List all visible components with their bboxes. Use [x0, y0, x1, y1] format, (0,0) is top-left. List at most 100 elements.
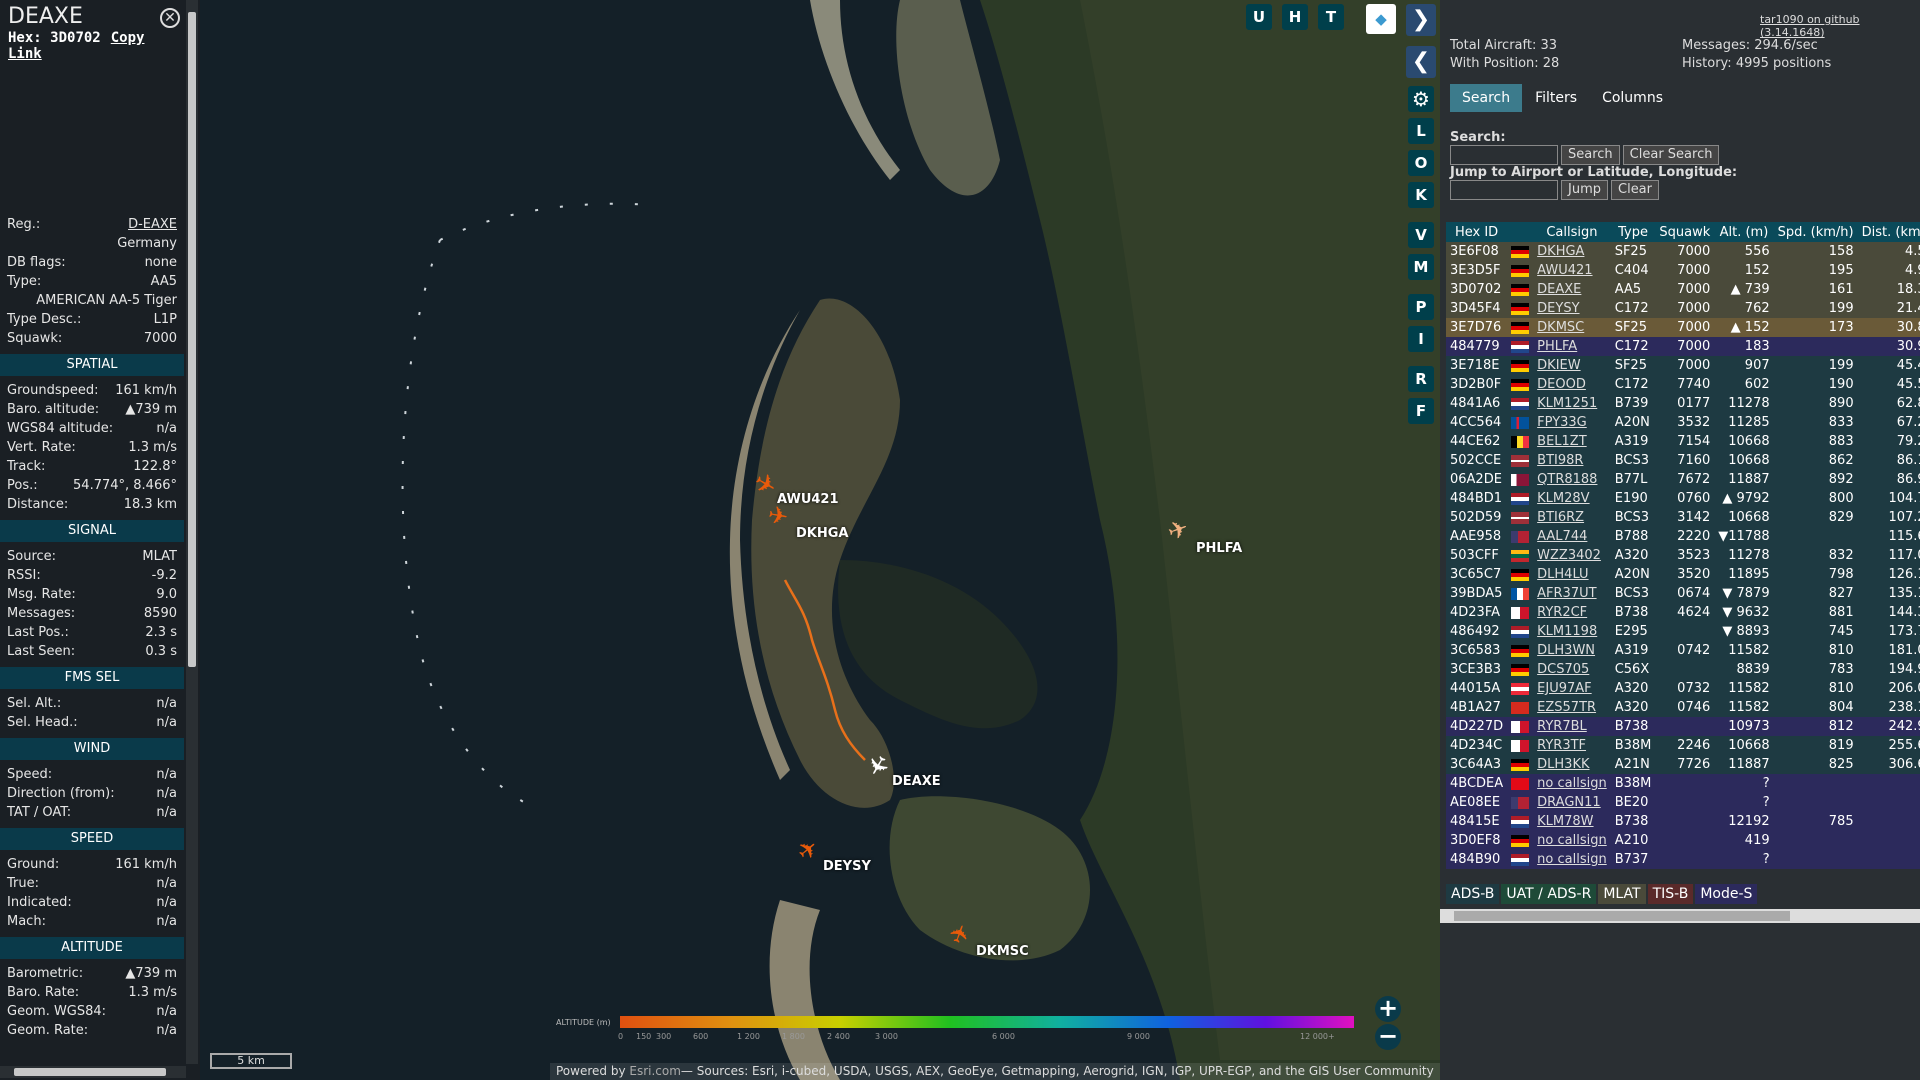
- table-row[interactable]: 3D0EF8no callsignA210419-22.5: [1446, 831, 1920, 850]
- table-row[interactable]: 3E7D76DKMSCSF257000▲ 15217330.8-16.5: [1446, 318, 1920, 337]
- callsign-link[interactable]: BTI6RZ: [1537, 510, 1584, 525]
- button-h[interactable]: H: [1282, 4, 1308, 30]
- table-row[interactable]: 484779PHLFAC172700018330.9-22.9: [1446, 337, 1920, 356]
- callsign-link[interactable]: FPY33G: [1537, 415, 1587, 430]
- callsign-link[interactable]: DEYSY: [1537, 301, 1579, 316]
- callsign-link[interactable]: DKIEW: [1537, 358, 1580, 373]
- jump-button[interactable]: Jump: [1561, 180, 1608, 200]
- table-row[interactable]: AE08EEDRAGN11BE20?-24.0: [1446, 793, 1920, 812]
- table-row[interactable]: 484B90no callsignB737?-29.1: [1446, 850, 1920, 869]
- gear-icon[interactable]: ⚙: [1408, 86, 1434, 112]
- callsign-link[interactable]: RYR7BL: [1537, 719, 1587, 734]
- table-row[interactable]: 502CCEBTI98RBCS371601066886286.1-8.1: [1446, 451, 1920, 470]
- table-row[interactable]: 4D234CRYR3TFB38M224610668819255.6-24.0: [1446, 736, 1920, 755]
- callsign-link[interactable]: RYR2CF: [1537, 605, 1587, 620]
- callsign-link[interactable]: no callsign: [1537, 852, 1607, 867]
- column-header[interactable]: [1507, 222, 1534, 242]
- table-row[interactable]: 3C65C7DLH4LUA20N352011895798126.1-24.3: [1446, 565, 1920, 584]
- map-view[interactable]: ✈ ✈ ✈ ✈ ✈ ✈ AWU421 DKHGA PHLFA DEAXE DEY…: [200, 0, 1440, 1080]
- callsign-link[interactable]: DLH3KK: [1537, 757, 1589, 772]
- column-header[interactable]: Squawk: [1655, 222, 1715, 242]
- clear-search-button[interactable]: Clear Search: [1622, 145, 1720, 165]
- callsign-link[interactable]: RYR3TF: [1537, 738, 1586, 753]
- callsign-link[interactable]: no callsign: [1537, 776, 1607, 791]
- zoom-out-button[interactable]: −: [1375, 1024, 1401, 1050]
- column-header[interactable]: Type: [1610, 222, 1656, 242]
- table-row[interactable]: 3D2B0FDEOODC172774060219045.5-19.4: [1446, 375, 1920, 394]
- column-header[interactable]: Alt. (m): [1714, 222, 1774, 242]
- callsign-link[interactable]: DLH3WN: [1537, 643, 1595, 658]
- button-i[interactable]: I: [1408, 326, 1434, 352]
- callsign-link[interactable]: EJU97AF: [1537, 681, 1591, 696]
- callsign-link[interactable]: KLM28V: [1537, 491, 1589, 506]
- table-row[interactable]: 503CFFWZZ3402A320352311278832117.0-9.6: [1446, 546, 1920, 565]
- table-row[interactable]: 3D45F4DEYSYC172700076219921.4-10.2: [1446, 299, 1920, 318]
- callsign-link[interactable]: DKHGA: [1537, 244, 1584, 259]
- search-button[interactable]: Search: [1561, 145, 1620, 165]
- chevron-left-icon[interactable]: ❮: [1406, 46, 1436, 78]
- table-row[interactable]: 44015AEJU97AFA320073211582810206.0-23.8: [1446, 679, 1920, 698]
- table-row[interactable]: AAE958AAL744B7882220▼11788115.6-24.0: [1446, 527, 1920, 546]
- aircraft-label[interactable]: PHLFA: [1196, 541, 1242, 556]
- table-row[interactable]: 3C64A3DLH3KKA21N772611887825306.6-24.0: [1446, 755, 1920, 774]
- table-row[interactable]: 4CC564FPY33GA20N35321128583367.2-16.9: [1446, 413, 1920, 432]
- column-header[interactable]: Dist. (km): [1857, 222, 1920, 242]
- callsign-link[interactable]: BEL1ZT: [1537, 434, 1587, 449]
- callsign-link[interactable]: DEOOD: [1537, 377, 1586, 392]
- aircraft-label[interactable]: DKMSC: [976, 944, 1029, 959]
- table-row[interactable]: 44CE62BEL1ZTA31971541066888379.2-14.2: [1446, 432, 1920, 451]
- button-u[interactable]: U: [1246, 4, 1272, 30]
- clear-button[interactable]: Clear: [1611, 180, 1659, 200]
- search-input[interactable]: [1450, 145, 1558, 165]
- button-m[interactable]: M: [1408, 254, 1434, 280]
- table-row[interactable]: 486492KLM1198E295▼ 8893745173.7-24.2: [1446, 622, 1920, 641]
- callsign-link[interactable]: PHLFA: [1537, 339, 1577, 354]
- callsign-link[interactable]: DEAXE: [1537, 282, 1581, 297]
- button-f[interactable]: F: [1408, 398, 1434, 424]
- button-p[interactable]: P: [1408, 294, 1434, 320]
- callsign-link[interactable]: WZZ3402: [1537, 548, 1601, 563]
- column-header[interactable]: Callsign: [1533, 222, 1611, 242]
- table-row[interactable]: 3C6583DLH3WNA319074211582810181.0-20.1: [1446, 641, 1920, 660]
- callsign-link[interactable]: DKMSC: [1537, 320, 1584, 335]
- aircraft-label[interactable]: DEAXE: [892, 774, 941, 789]
- chevron-right-icon[interactable]: ❯: [1406, 4, 1436, 36]
- callsign-link[interactable]: EZS57TR: [1537, 700, 1596, 715]
- vertical-scrollbar[interactable]: [186, 0, 198, 1064]
- button-o[interactable]: O: [1408, 150, 1434, 176]
- table-row[interactable]: 4B1A27EZS57TRA320074611582804238.1-24.9: [1446, 698, 1920, 717]
- callsign-link[interactable]: KLM78W: [1537, 814, 1593, 829]
- close-icon[interactable]: ✕: [160, 8, 180, 28]
- aircraft-label[interactable]: AWU421: [777, 492, 839, 507]
- button-k[interactable]: K: [1408, 182, 1434, 208]
- jump-input[interactable]: [1450, 180, 1558, 200]
- column-header[interactable]: Hex ID: [1446, 222, 1508, 242]
- table-row[interactable]: 3E6F08DKHGASF2570005561584.5-14.3: [1446, 242, 1920, 261]
- callsign-link[interactable]: DLH4LU: [1537, 567, 1588, 582]
- callsign-link[interactable]: AFR37UT: [1537, 586, 1596, 601]
- table-row[interactable]: 39BDA5AFR37UTBCS30674▼ 7879827135.1-23.4: [1446, 584, 1920, 603]
- tab-columns[interactable]: Columns: [1590, 84, 1675, 112]
- layers-icon[interactable]: ◆: [1366, 4, 1396, 34]
- callsign-link[interactable]: DRAGN11: [1537, 795, 1601, 810]
- table-row[interactable]: 3E3D5FAWU421C40470001521954.9-16.2: [1446, 261, 1920, 280]
- tab-filters[interactable]: Filters: [1523, 84, 1589, 112]
- callsign-link[interactable]: AAL744: [1537, 529, 1587, 544]
- table-row[interactable]: 4841A6KLM1251B73901771127889062.8-11.0: [1446, 394, 1920, 413]
- table-row[interactable]: 502D59BTI6RZBCS3314210668829107.2-15.9: [1446, 508, 1920, 527]
- table-row[interactable]: 4D227DRYR7BLB73810973812242.9-25.2: [1446, 717, 1920, 736]
- aircraft-label[interactable]: DKHGA: [796, 526, 848, 541]
- esri-link[interactable]: Esri.com: [629, 1064, 681, 1078]
- callsign-link[interactable]: BTI98R: [1537, 453, 1583, 468]
- button-v[interactable]: V: [1408, 222, 1434, 248]
- table-row[interactable]: 3CE3B3DCS705C56X8839783194.9-25.8: [1446, 660, 1920, 679]
- callsign-link[interactable]: QTR8188: [1537, 472, 1597, 487]
- callsign-link[interactable]: no callsign: [1537, 833, 1607, 848]
- table-row[interactable]: 48415EKLM78WB73812192785-24.6: [1446, 812, 1920, 831]
- table-row[interactable]: 4D23FARYR2CFB7384624▼ 9632881144.3-21.3: [1446, 603, 1920, 622]
- button-t[interactable]: T: [1318, 4, 1344, 30]
- tab-search[interactable]: Search: [1450, 84, 1523, 112]
- aircraft-label[interactable]: DEYSY: [823, 859, 871, 874]
- callsign-link[interactable]: KLM1251: [1537, 396, 1597, 411]
- callsign-link[interactable]: AWU421: [1537, 263, 1592, 278]
